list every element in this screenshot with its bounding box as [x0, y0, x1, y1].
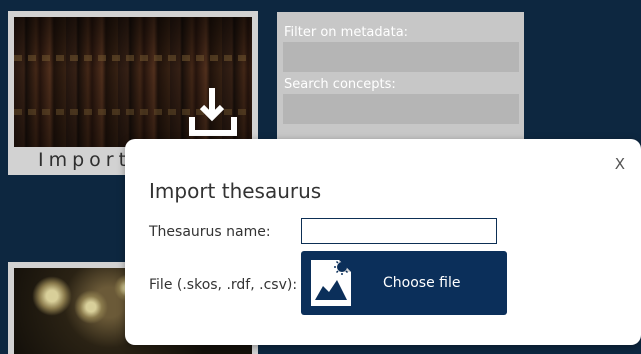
choose-file-label: Choose file — [383, 275, 461, 291]
file-label: File (.skos, .rdf, .csv): — [149, 277, 298, 293]
close-button[interactable]: X — [615, 155, 625, 173]
bookshelf-image — [14, 17, 252, 147]
thesaurus-name-label: Thesaurus name: — [149, 224, 271, 240]
image-file-icon — [311, 259, 351, 306]
flower-decoration — [32, 276, 72, 316]
filter-metadata-label: Filter on metadata: — [284, 25, 409, 40]
filter-metadata-input[interactable] — [283, 42, 519, 72]
search-concepts-input[interactable] — [283, 94, 519, 124]
flower-decoration — [74, 290, 108, 324]
import-thesaurus-dialog: X Import thesaurus Thesaurus name: File … — [125, 139, 641, 345]
search-concepts-label: Search concepts: — [284, 77, 396, 92]
filter-panel: Filter on metadata: Search concepts: — [277, 12, 524, 140]
dialog-title: Import thesaurus — [149, 179, 322, 203]
thesaurus-name-input[interactable] — [301, 218, 497, 244]
import-tray-arrow-icon — [189, 88, 237, 136]
choose-file-button[interactable]: Choose file — [301, 251, 507, 315]
